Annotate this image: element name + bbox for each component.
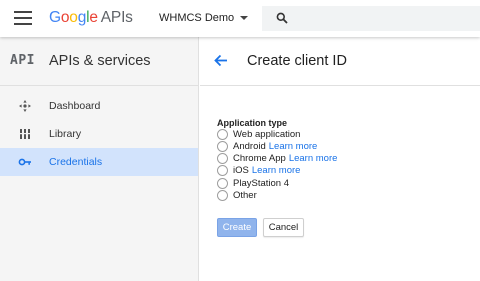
project-selector[interactable]: WHMCS Demo bbox=[159, 12, 249, 24]
radio-button[interactable] bbox=[217, 177, 228, 189]
sidebar: API APIs & services Dashboard Library Cr… bbox=[0, 37, 199, 281]
option-ios[interactable]: iOS Learn more bbox=[217, 164, 300, 176]
option-label: PlayStation 4 bbox=[233, 177, 289, 189]
library-icon bbox=[19, 129, 31, 139]
key-icon bbox=[18, 158, 31, 166]
menu-icon[interactable] bbox=[14, 10, 32, 26]
top-bar: Google APIs WHMCS Demo bbox=[0, 0, 480, 37]
radio-button[interactable] bbox=[217, 140, 228, 152]
project-name: WHMCS Demo bbox=[159, 12, 235, 24]
radio-button[interactable] bbox=[217, 164, 228, 176]
application-type-label: Application type bbox=[217, 118, 288, 128]
page-header: Create client ID bbox=[200, 37, 480, 86]
option-label: Chrome App bbox=[233, 152, 286, 164]
page-title: Create client ID bbox=[247, 53, 347, 69]
dashboard-icon bbox=[19, 100, 31, 112]
sidebar-title: APIs & services bbox=[49, 53, 151, 69]
option-chrome-app[interactable]: Chrome App Learn more bbox=[217, 152, 337, 164]
learn-more-link[interactable]: Learn more bbox=[269, 141, 318, 152]
option-label: iOS bbox=[233, 164, 249, 176]
option-other[interactable]: Other bbox=[217, 189, 257, 201]
google-apis-logo[interactable]: Google APIs bbox=[49, 9, 133, 27]
caret-down-icon bbox=[240, 16, 249, 21]
sidebar-header: API APIs & services bbox=[0, 37, 198, 86]
option-label: Other bbox=[233, 189, 257, 201]
sidebar-item-credentials[interactable]: Credentials bbox=[0, 148, 198, 176]
option-label: Web application bbox=[233, 128, 301, 140]
radio-button[interactable] bbox=[217, 152, 228, 164]
learn-more-link[interactable]: Learn more bbox=[252, 165, 301, 176]
radio-button[interactable] bbox=[217, 128, 228, 140]
api-badge-icon: API bbox=[10, 53, 35, 68]
sidebar-item-label: Credentials bbox=[49, 156, 103, 168]
sidebar-item-dashboard[interactable]: Dashboard bbox=[0, 92, 198, 120]
option-web-application[interactable]: Web application bbox=[217, 128, 300, 140]
sidebar-item-label: Dashboard bbox=[49, 100, 101, 112]
search-bar[interactable] bbox=[262, 6, 480, 31]
option-android[interactable]: Android Learn more bbox=[217, 140, 317, 152]
sidebar-item-label: Library bbox=[49, 128, 82, 140]
option-label: Android bbox=[233, 140, 266, 152]
radio-button[interactable] bbox=[217, 189, 228, 201]
search-icon bbox=[276, 12, 288, 24]
back-arrow-icon[interactable] bbox=[214, 54, 228, 67]
option-playstation-4[interactable]: PlayStation 4 bbox=[217, 177, 289, 189]
learn-more-link[interactable]: Learn more bbox=[289, 153, 338, 164]
create-button[interactable]: Create bbox=[217, 218, 257, 237]
main-content: Create client ID Application type Web ap… bbox=[200, 37, 480, 281]
sidebar-item-library[interactable]: Library bbox=[0, 120, 198, 148]
logo-suffix: APIs bbox=[100, 9, 133, 26]
cancel-button[interactable]: Cancel bbox=[263, 218, 304, 237]
